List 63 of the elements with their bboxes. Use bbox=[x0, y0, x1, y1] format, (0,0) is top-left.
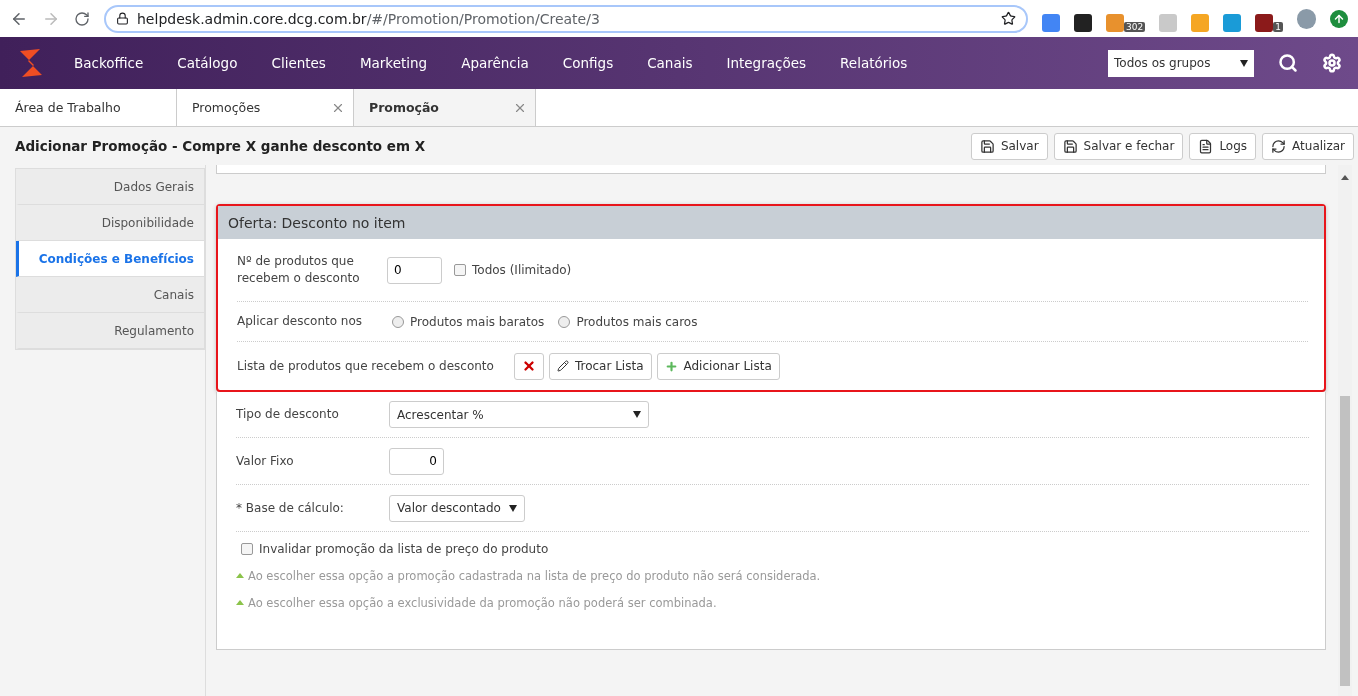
nav-item[interactable]: Canais bbox=[647, 55, 693, 71]
search-icon[interactable] bbox=[1278, 53, 1298, 73]
list-button[interactable]: Trocar Lista bbox=[548, 352, 652, 380]
page-title: Adicionar Promoção - Compre X ganhe desconto em X bbox=[15, 138, 426, 154]
field-label: Lista de produtos que recebem o desconto bbox=[237, 357, 494, 375]
help-note: Ao escolher essa opção a exclusividade da promoção não poderá ser combinada. bbox=[236, 589, 1309, 616]
extension-badge: 302 bbox=[1124, 21, 1146, 32]
sidebar-item[interactable]: Condições e Benefícios bbox=[16, 241, 204, 277]
settings-icon[interactable] bbox=[1322, 53, 1342, 73]
sidebar-item[interactable]: Canais bbox=[16, 277, 204, 313]
select-field[interactable]: Valor descontado bbox=[389, 494, 525, 522]
action-button[interactable]: Atualizar bbox=[1262, 132, 1354, 160]
number-input[interactable]: 0 bbox=[389, 447, 444, 475]
refresh-icon bbox=[1271, 138, 1287, 154]
extension-icon[interactable] bbox=[1074, 13, 1092, 32]
caret-icon bbox=[1240, 59, 1248, 67]
radio-option[interactable]: Produtos mais caros bbox=[558, 314, 698, 329]
nav-item[interactable]: Relatórios bbox=[840, 55, 908, 71]
sidebar-item[interactable]: Regulamento bbox=[16, 313, 204, 349]
pencil-icon bbox=[556, 360, 569, 372]
save-icon bbox=[1062, 138, 1078, 154]
field-label: * Base de cálculo: bbox=[236, 499, 345, 517]
list-button[interactable]: Adicionar Lista bbox=[656, 352, 780, 380]
field-label: Nº de produtos que recebem o desconto bbox=[237, 253, 361, 287]
extension-badge: 1 bbox=[1273, 21, 1283, 32]
caret-icon bbox=[508, 504, 517, 512]
nav-item[interactable]: Integrações bbox=[726, 55, 807, 71]
nav-item[interactable]: Backoffice bbox=[74, 55, 144, 71]
nav-item[interactable]: Configs bbox=[562, 55, 614, 71]
reload-icon[interactable] bbox=[74, 10, 90, 27]
plus-icon bbox=[664, 359, 678, 373]
document-icon bbox=[1198, 138, 1214, 154]
nav-item[interactable]: Catálogo bbox=[177, 55, 238, 71]
field-label: Valor Fixo bbox=[236, 452, 295, 470]
action-button[interactable]: Logs bbox=[1189, 132, 1257, 160]
star-icon[interactable] bbox=[1001, 11, 1016, 26]
avatar-icon[interactable] bbox=[1296, 8, 1317, 29]
invalidate-checkbox[interactable]: Invalidar promoção da lista de preço do produto bbox=[241, 542, 549, 556]
update-icon[interactable] bbox=[1330, 9, 1348, 28]
field-label: Tipo de desconto bbox=[236, 406, 340, 423]
nav-item[interactable]: Marketing bbox=[359, 55, 428, 71]
sidebar-item[interactable]: Disponibilidade bbox=[16, 205, 204, 241]
field-label: Aplicar desconto nos bbox=[237, 313, 364, 330]
select-field[interactable]: Acrescentar % bbox=[389, 401, 649, 428]
nav-item[interactable]: Aparência bbox=[461, 55, 529, 71]
caret-icon bbox=[633, 411, 641, 418]
group-select[interactable]: Todos os grupos bbox=[1108, 49, 1254, 77]
remove-icon bbox=[521, 359, 536, 373]
save-icon bbox=[979, 138, 995, 154]
extension-icon[interactable] bbox=[1255, 13, 1274, 32]
offer-title: Oferta: Desconto no item bbox=[218, 206, 1324, 239]
tab[interactable]: Promoção bbox=[354, 89, 536, 126]
nav-item[interactable]: Clientes bbox=[271, 55, 326, 71]
radio-option[interactable]: Produtos mais baratos bbox=[392, 314, 545, 329]
help-note: Ao escolher essa opção a promoção cadastrada na lista de preço do produto não será considerada. bbox=[236, 562, 1309, 589]
sidebar-item[interactable]: Dados Gerais bbox=[16, 169, 204, 205]
list-button[interactable] bbox=[513, 352, 544, 380]
count-input[interactable]: 0 bbox=[387, 256, 442, 284]
action-button[interactable]: Salvar bbox=[970, 132, 1048, 160]
lock-icon bbox=[116, 12, 129, 25]
unlimited-checkbox[interactable]: Todos (Ilimitado) bbox=[454, 263, 572, 277]
action-button[interactable]: Salvar e fechar bbox=[1053, 132, 1184, 160]
address-bar[interactable]: helpdesk.admin.core.dcg.com.br/#/Promotion/Promotion/Create/3 bbox=[104, 4, 1028, 33]
